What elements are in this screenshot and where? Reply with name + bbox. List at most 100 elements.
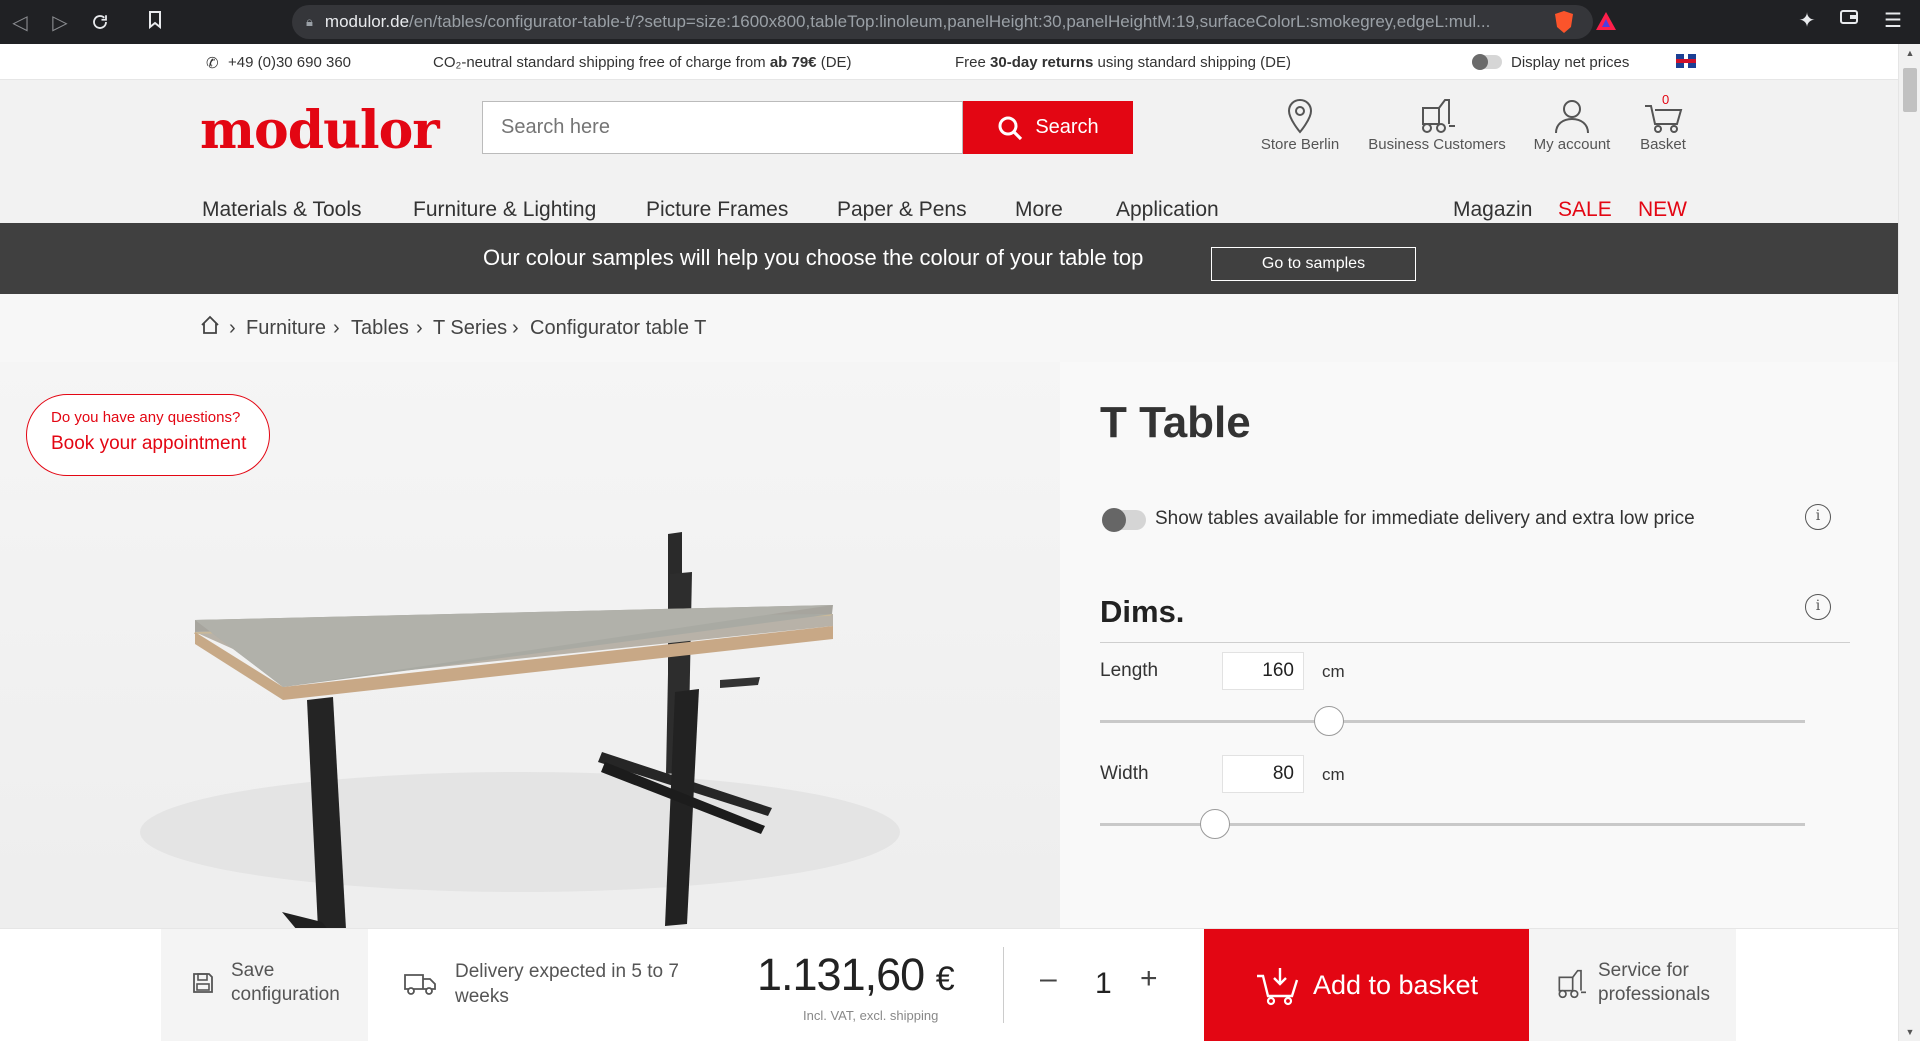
price: 1.131,60 € <box>757 949 955 1001</box>
menu-more[interactable]: More <box>1015 198 1063 222</box>
url-host: modulor.de <box>324 12 410 31</box>
price-value: 1.131,60 <box>757 949 925 1000</box>
product-image[interactable]: Do you have any questions? Book your app… <box>0 362 1060 972</box>
search-button[interactable]: Search <box>963 101 1133 154</box>
shipping-threshold: ab 79€ <box>769 54 817 71</box>
service-label: Service for professionals <box>1598 960 1710 1005</box>
menu-magazin[interactable]: Magazin <box>1453 198 1532 222</box>
scroll-up-icon[interactable]: ▲ <box>1899 44 1920 62</box>
breadcrumb-t-series[interactable]: T Series <box>433 317 507 340</box>
menu-icon[interactable]: ☰ <box>1878 8 1908 33</box>
returns-text-post: using standard shipping (DE) <box>1093 54 1291 71</box>
shipping-text: CO₂-neutral standard shipping free of ch… <box>433 54 770 71</box>
my-account-label: My account <box>1533 136 1611 153</box>
bookmark-icon[interactable] <box>140 10 170 34</box>
divider <box>1003 947 1004 1023</box>
price-currency: € <box>935 960 955 998</box>
breadcrumb-tables[interactable]: Tables <box>351 317 409 340</box>
breadcrumb-separator: › <box>333 317 340 339</box>
returns-text-pre: Free <box>955 54 991 71</box>
basket-count: 0 <box>1662 92 1670 107</box>
shipping-info: CO₂-neutral standard shipping free of ch… <box>433 54 852 71</box>
breadcrumb-furniture[interactable]: Furniture <box>246 317 326 340</box>
search-icon <box>998 116 1023 140</box>
forward-icon[interactable]: ▷ <box>40 0 80 44</box>
uk-flag-icon[interactable] <box>1676 54 1696 68</box>
menu-materials-tools[interactable]: Materials & Tools <box>202 198 362 222</box>
phone-icon: ✆ <box>206 55 219 72</box>
length-input[interactable]: 160 <box>1222 652 1304 690</box>
shipping-region: (DE) <box>816 54 852 71</box>
delivery-truck-icon <box>404 974 436 995</box>
width-input[interactable]: 80 <box>1222 755 1304 793</box>
store-berlin-link[interactable]: Store Berlin <box>1255 98 1345 153</box>
divider <box>1100 642 1850 643</box>
length-label: Length <box>1100 660 1159 681</box>
appointment-question: Do you have any questions? <box>51 409 241 426</box>
product-title: T Table <box>1100 398 1251 447</box>
modulor-logo[interactable]: modulor <box>200 100 440 161</box>
info-icon[interactable]: i <box>1805 504 1831 530</box>
business-customers-link[interactable]: Business Customers <box>1362 98 1512 153</box>
search-button-label: Search <box>1035 116 1099 138</box>
search-input[interactable] <box>482 101 963 154</box>
immediate-delivery-label: Show tables available for immediate deli… <box>1155 508 1695 529</box>
immediate-delivery-toggle[interactable] <box>1102 508 1146 532</box>
menu-paper-pens[interactable]: Paper & Pens <box>837 198 967 222</box>
basket-label: Basket <box>1640 136 1686 153</box>
go-to-samples-button[interactable]: Go to samples <box>1211 247 1416 281</box>
colour-samples-banner: Our colour samples will help you choose … <box>0 223 1898 294</box>
scroll-down-icon[interactable]: ▼ <box>1899 1023 1920 1041</box>
user-icon <box>1555 100 1589 134</box>
menu-sale[interactable]: SALE <box>1558 198 1612 222</box>
add-to-basket-button[interactable]: Add to basket <box>1204 929 1529 1041</box>
service-for-professionals-link[interactable]: Service for professionals <box>1529 929 1736 1041</box>
menu-new[interactable]: NEW <box>1638 198 1687 222</box>
length-unit: cm <box>1322 662 1345 681</box>
add-to-basket-label: Add to basket <box>1312 970 1479 1000</box>
save-configuration-button[interactable]: Save configuration <box>161 929 368 1041</box>
page-scrollbar[interactable]: ▲ ▼ <box>1898 44 1920 1041</box>
quantity-decrease-button[interactable]: – <box>1040 962 1057 996</box>
breadcrumb: › Furniture › Tables › T Series › Config… <box>0 294 1898 362</box>
extensions-icon[interactable]: ✦ <box>1792 8 1822 33</box>
purchase-bar: Save configuration Delivery expected in … <box>0 928 1898 1041</box>
forklift-icon <box>1558 969 1586 999</box>
business-customers-label: Business Customers <box>1368 136 1506 153</box>
product-configurator: Do you have any questions? Book your app… <box>0 362 1898 972</box>
top-info-bar: ✆ +49 (0)30 690 360 CO₂-neutral standard… <box>0 44 1898 80</box>
menu-furniture-lighting[interactable]: Furniture & Lighting <box>413 198 596 222</box>
dims-heading: Dims. <box>1100 594 1185 629</box>
basket-link[interactable]: 0 Basket <box>1630 92 1696 153</box>
length-slider-track[interactable] <box>1100 720 1805 723</box>
rewards-icon[interactable] <box>1594 10 1618 34</box>
width-unit: cm <box>1322 765 1345 784</box>
net-prices-toggle[interactable] <box>1472 54 1502 70</box>
back-icon[interactable]: ◁ <box>0 0 40 44</box>
width-label: Width <box>1100 763 1149 784</box>
reload-icon[interactable] <box>80 0 120 44</box>
dims-info-icon[interactable]: i <box>1805 594 1831 620</box>
quantity-value[interactable]: 1 <box>1095 967 1112 1001</box>
save-icon <box>193 973 213 993</box>
cart-icon <box>1256 967 1299 1005</box>
width-slider-handle[interactable] <box>1199 809 1230 839</box>
address-bar[interactable]: 🔒︎ modulor.de/en/tables/configurator-tab… <box>292 5 1593 39</box>
menu-application[interactable]: Application <box>1116 198 1219 222</box>
book-appointment-button[interactable]: Do you have any questions? Book your app… <box>26 394 270 476</box>
page: ✆ +49 (0)30 690 360 CO₂-neutral standard… <box>0 44 1898 1041</box>
store-berlin-label: Store Berlin <box>1260 136 1340 153</box>
configurator-panel: T Table Show tables available for immedi… <box>1060 362 1898 972</box>
brave-shield-icon[interactable] <box>1553 10 1577 34</box>
home-icon[interactable] <box>200 315 220 341</box>
net-prices-label: Display net prices <box>1511 54 1630 71</box>
delivery-estimate: Delivery expected in 5 to 7 weeks <box>455 961 679 1007</box>
quantity-increase-button[interactable]: + <box>1140 962 1158 996</box>
scroll-thumb[interactable] <box>1903 68 1917 112</box>
phone-number[interactable]: +49 (0)30 690 360 <box>228 54 351 71</box>
wallet-icon[interactable] <box>1834 8 1864 31</box>
length-slider-handle[interactable] <box>1314 706 1345 736</box>
returns-info: Free 30-day returns using standard shipp… <box>955 54 1291 71</box>
my-account-link[interactable]: My account <box>1527 98 1617 153</box>
menu-picture-frames[interactable]: Picture Frames <box>646 198 788 222</box>
